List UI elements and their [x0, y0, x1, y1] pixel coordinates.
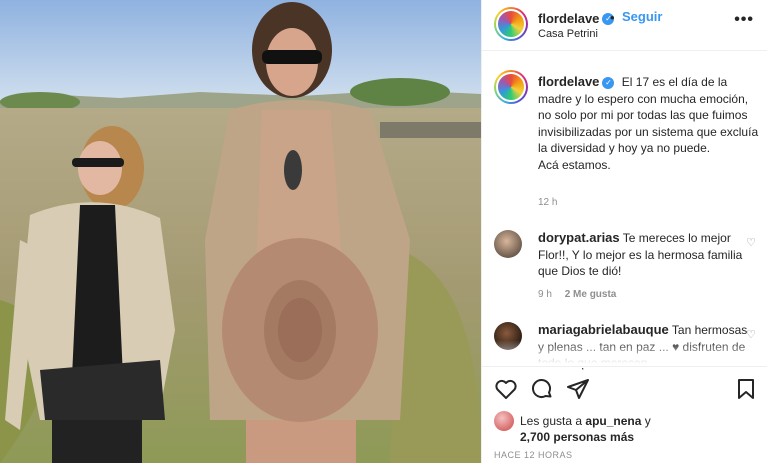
- comment-time: 9 h: [538, 289, 552, 300]
- caption-closing: Acá estamos.: [538, 157, 611, 172]
- paper-plane-icon[interactable]: [566, 377, 590, 401]
- likes-connector: y: [644, 414, 651, 428]
- bookmark-icon[interactable]: [734, 377, 758, 401]
- comment-username[interactable]: mariagabrielabauque: [538, 322, 669, 337]
- liker-username[interactable]: apu_nena: [585, 414, 641, 428]
- posted-time[interactable]: HACE 12 HORAS: [494, 450, 573, 460]
- comment-like-heart-icon[interactable]: ♡: [746, 236, 756, 249]
- likes-others-count[interactable]: 2,700 personas más: [520, 430, 634, 444]
- speech-bubble-icon[interactable]: [530, 377, 554, 401]
- likes-text: Les gusta a apu_nena y 2,700 personas má…: [520, 413, 651, 445]
- comment-username[interactable]: dorypat.arias: [538, 230, 620, 245]
- photo-illustration: [0, 0, 481, 463]
- caption-time[interactable]: 12 h: [538, 197, 557, 208]
- follow-button[interactable]: Seguir: [622, 9, 662, 24]
- location-link[interactable]: Casa Petrini: [538, 28, 598, 40]
- commenter-avatar[interactable]: [494, 230, 522, 258]
- liker-avatar[interactable]: [494, 411, 514, 431]
- author-avatar[interactable]: [494, 7, 528, 41]
- header-separator: •: [610, 10, 615, 25]
- caption-author-avatar[interactable]: [494, 70, 528, 104]
- post-header: flordelave ✓ • Seguir Casa Petrini •••: [482, 0, 767, 51]
- caption-text: flordelave ✓ El 17 es el día de la madre …: [538, 74, 760, 173]
- comments-fade-overlay: [482, 340, 767, 368]
- more-options-icon[interactable]: •••: [734, 11, 754, 29]
- comment-likes-count[interactable]: 2 Me gusta: [565, 289, 617, 300]
- heart-icon[interactable]: [494, 377, 518, 401]
- comment-text: dorypat.arias Te mereces lo mejor Flor!!…: [538, 230, 748, 280]
- likes-prefix: Les gusta a: [520, 414, 583, 428]
- post-sidebar: flordelave ✓ • Seguir Casa Petrini ••• fl…: [481, 0, 767, 463]
- post-actions-bar: [482, 366, 767, 408]
- post-photo[interactable]: [0, 0, 481, 463]
- verified-badge-icon: ✓: [602, 76, 615, 89]
- author-username[interactable]: flordelave: [538, 11, 599, 26]
- comment-meta: 9 h 2 Me gusta: [538, 289, 616, 300]
- caption-username[interactable]: flordelave: [538, 74, 599, 89]
